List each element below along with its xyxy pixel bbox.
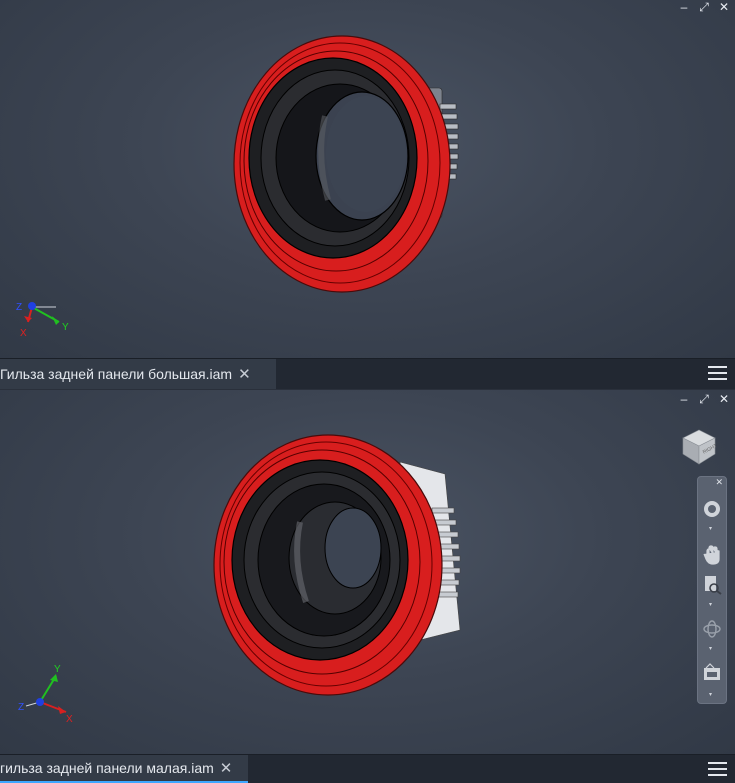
restore-button[interactable]: ⤢ <box>697 0 711 14</box>
tab-close-icon[interactable]: ✕ <box>238 365 251 383</box>
tabbar-menu-icon[interactable] <box>708 366 727 382</box>
navbar-close-icon[interactable]: ✕ <box>715 477 723 488</box>
look-at-icon[interactable] <box>701 661 723 685</box>
window-controls-top: – ⤢ ✕ <box>677 0 735 14</box>
viewcube[interactable]: RIGHT <box>677 424 721 468</box>
close-button[interactable]: ✕ <box>717 0 731 14</box>
tab-label: гильза задней панели малая.iam <box>0 760 214 776</box>
document-tabbar-top: Гильза задней панели большая.iam ✕ <box>0 358 735 389</box>
axis-x-label: X <box>66 714 73 725</box>
minimize-button[interactable]: – <box>677 392 691 406</box>
orbit-icon[interactable] <box>701 617 723 641</box>
pan-hand-icon[interactable] <box>701 543 723 567</box>
zoom-window-icon[interactable] <box>701 573 723 597</box>
steering-wheel-icon[interactable] <box>701 497 723 521</box>
tab-small-assembly[interactable]: гильза задней панели малая.iam ✕ <box>0 755 248 783</box>
sleeve-model-large[interactable] <box>230 30 480 300</box>
document-tabbar-bottom: гильза задней панели малая.iam ✕ <box>0 754 735 783</box>
minimize-button[interactable]: – <box>677 0 691 14</box>
tab-large-assembly[interactable]: Гильза задней панели большая.iam ✕ <box>0 359 276 389</box>
axis-triad-bottom: Y Z X <box>18 664 73 725</box>
viewport-large[interactable]: – ⤢ ✕ Z X Y <box>0 0 735 358</box>
bore-hole <box>324 507 382 589</box>
navigation-bar: ✕ ▾ ▾ ▾ ▾ <box>697 476 727 704</box>
axis-x-label: X <box>20 328 27 339</box>
axis-z-label: Z <box>16 302 22 313</box>
axis-y-label: Y <box>54 664 61 675</box>
tab-label: Гильза задней панели большая.iam <box>0 366 233 382</box>
viewport-small[interactable]: – ⤢ ✕ Y Z X RIGHT ✕ ▾ ▾ ▾ ▾ <box>0 390 735 754</box>
axis-triad-top: Z X Y <box>16 302 69 339</box>
axis-z-label: Z <box>18 702 24 713</box>
axis-y-label: Y <box>62 322 69 333</box>
restore-button[interactable]: ⤢ <box>697 392 711 406</box>
bore-hole <box>326 96 406 212</box>
tabbar-menu-icon[interactable] <box>708 762 727 778</box>
tab-close-icon[interactable]: ✕ <box>220 759 233 777</box>
sleeve-model-small[interactable] <box>210 430 480 700</box>
window-controls-bottom: – ⤢ ✕ <box>677 392 735 406</box>
close-button[interactable]: ✕ <box>717 392 731 406</box>
